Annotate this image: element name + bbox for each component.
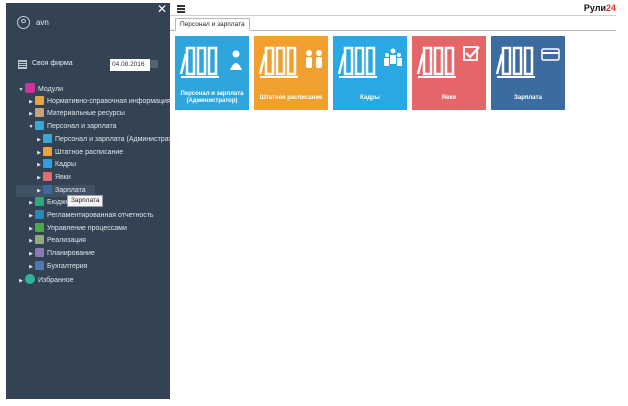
chevron-right-icon[interactable]: ▶ (35, 185, 43, 197)
chevron-right-icon[interactable]: ▶ (17, 275, 25, 287)
chevron-right-icon[interactable]: ▶ (27, 96, 35, 108)
tree-item-label: Регламентированная отчетность (47, 212, 154, 219)
chevron-right-icon[interactable]: ▶ (27, 223, 35, 235)
chevron-right-icon[interactable]: ▶ (35, 159, 43, 171)
tree-item[interactable]: ▶ Кадры (35, 159, 76, 171)
tree-item[interactable]: ▶ Нормативно-справочная информация (27, 95, 170, 108)
tree-item[interactable]: ▶ Реализация (27, 235, 86, 247)
tile-caption-line1: Зарплата (514, 95, 542, 101)
chevron-right-icon[interactable]: ▶ (27, 210, 35, 222)
tree-item-label: Персонал и зарплата (47, 123, 117, 131)
menu-icon[interactable] (177, 5, 185, 7)
salary-icon (43, 184, 52, 194)
accounting-icon (35, 260, 44, 270)
calculator-icon (18, 60, 27, 69)
tree-item-label: Бухгалтерия (47, 262, 88, 270)
chevron-right-icon[interactable]: ▶ (35, 134, 43, 146)
tile-checkbox[interactable]: Явки (412, 36, 486, 110)
brand-logo: Рули24 (584, 3, 616, 13)
date-input[interactable] (110, 59, 150, 71)
close-icon[interactable]: ✕ (157, 3, 167, 15)
tree-item-label: Управление процессами (47, 224, 127, 232)
process-icon (35, 222, 44, 232)
tree-item-label: Штатное расписание (55, 148, 124, 156)
tile-caption-line2: (Администратор) (186, 98, 238, 104)
tree-item[interactable]: ▼ Модули (17, 83, 63, 95)
tree-item[interactable]: ▶ Управление процессами (27, 222, 127, 235)
card-icon (495, 46, 560, 78)
tree-item[interactable]: ▼ Персонал и зарплата (27, 121, 117, 133)
tile-staff-people[interactable]: Штатное расписание (254, 36, 328, 110)
username: avn (35, 18, 49, 27)
tile-caption-line1: Кадры (360, 95, 380, 101)
hr-icon (43, 159, 52, 169)
tile-caption: Явки (414, 95, 484, 102)
chevron-right-icon[interactable]: ▶ (27, 197, 35, 209)
tree-item-label: Кадры (55, 161, 76, 169)
tile-caption: Персонал и зарплата (Администратор) (177, 91, 247, 105)
budget-icon (35, 197, 44, 207)
avatar-icon (17, 16, 30, 29)
tree-item-label: Модули (38, 86, 64, 93)
firm-label[interactable]: Своя фирма (32, 60, 73, 67)
chevron-right-icon[interactable]: ▶ (35, 147, 43, 159)
planning-icon (35, 248, 44, 258)
tree-item[interactable]: ▶ Избранное (17, 273, 74, 287)
staff-people-icon (258, 46, 322, 78)
tree-item-label: Реализация (47, 237, 86, 245)
tile-caption: Кадры (335, 95, 405, 102)
firm-selector: Своя фирма (18, 59, 166, 71)
hr-group-icon (337, 46, 402, 78)
tile-admin-person[interactable]: Персонал и зарплата (Администратор) (175, 36, 249, 110)
tree-item[interactable]: ▶ Явки (35, 171, 71, 184)
admin-person-icon (179, 46, 242, 78)
tree-item[interactable]: ▶ Штатное расписание (35, 146, 124, 159)
favorites-icon (25, 273, 35, 284)
tree-item-label: Персонал и зарплата (Администратор) (55, 135, 170, 143)
tree-item-label: Материальные ресурсы (47, 110, 125, 118)
tile-caption: Зарплата (493, 95, 563, 102)
chevron-right-icon[interactable]: ▶ (27, 235, 35, 247)
staff-schedule-icon (43, 146, 52, 156)
modules-icon (25, 83, 35, 93)
tile-hr-group[interactable]: Кадры (333, 36, 407, 110)
tree-item[interactable]: ▶ Материальные ресурсы (27, 108, 125, 120)
chevron-right-icon[interactable]: ▶ (27, 261, 35, 273)
tile-card[interactable]: Зарплата (491, 36, 565, 110)
chevron-right-icon[interactable]: ▶ (27, 248, 35, 260)
attendance-icon (43, 171, 52, 181)
tooltip: Зарплата (67, 195, 104, 207)
tree-item-label: Избранное (38, 276, 74, 284)
tree-item[interactable]: ▶ Персонал и зарплата (Администратор) (35, 133, 170, 146)
admin-icon (43, 133, 52, 143)
tree-item[interactable]: ▶ Бухгалтерия (27, 260, 88, 273)
brand-accent: 24 (605, 3, 616, 13)
tree-item[interactable]: ▶ Регламентированная отчетность (27, 210, 154, 222)
tile-caption: Штатное расписание (256, 95, 326, 102)
tree-item-label: Зарплата (55, 186, 86, 194)
tree-item-label: Явки (55, 173, 71, 181)
reporting-icon (35, 210, 44, 219)
tree-item-label: Планирование (47, 250, 95, 258)
tile-caption-line1: Персонал и зарплата (180, 91, 244, 97)
brand-main: Рули (583, 3, 606, 13)
tree-item-label: Нормативно-справочная информация (47, 97, 170, 105)
tab-bar: Персонал и зарплата (170, 18, 616, 31)
tree-item[interactable]: ▶ Планирование (27, 248, 95, 260)
calendar-icon[interactable] (150, 60, 158, 68)
checkbox-icon (416, 46, 480, 78)
tab-personnel[interactable]: Персонал и зарплата (175, 18, 250, 31)
top-bar: Рули24 (170, 3, 616, 16)
chevron-down-icon[interactable]: ▼ (17, 84, 25, 96)
chevron-right-icon[interactable]: ▶ (27, 108, 35, 120)
materials-icon (35, 108, 44, 118)
tile-caption-line1: Явки (441, 95, 457, 101)
reference-icon (35, 95, 44, 105)
chevron-right-icon[interactable]: ▶ (35, 172, 43, 184)
user-panel[interactable]: avn (17, 16, 49, 29)
personnel-icon (35, 121, 44, 131)
tile-caption-line1: Штатное расписание (259, 95, 323, 101)
chevron-down-icon[interactable]: ▼ (27, 121, 35, 133)
sales-icon (35, 235, 44, 245)
